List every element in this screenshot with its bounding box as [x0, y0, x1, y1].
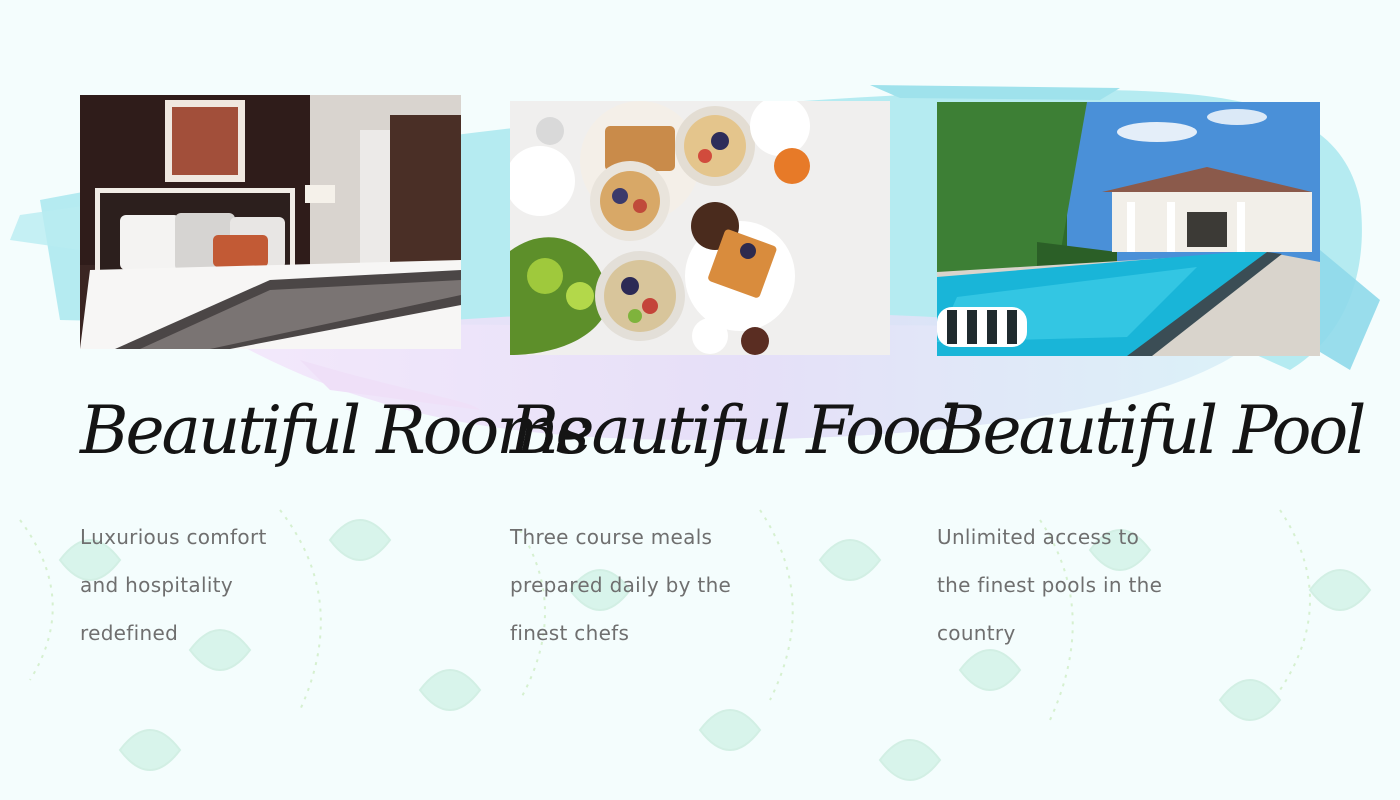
card-title: Beautiful Food: [510, 392, 961, 469]
description-line: the finest pools in the: [937, 573, 1163, 597]
description-line: Luxurious comfort: [80, 525, 267, 549]
description-line: Unlimited access to: [937, 525, 1140, 549]
description-line: country: [937, 621, 1016, 645]
card-description: Unlimited access to the finest pools in …: [937, 513, 1197, 657]
description-line: prepared daily by the: [510, 573, 732, 597]
card-description: Three course meals prepared daily by the…: [510, 513, 770, 657]
hotel-bedroom-image: [80, 95, 461, 349]
resort-pool-image: [937, 102, 1320, 356]
description-line: finest chefs: [510, 621, 630, 645]
description-line: and hospitality: [80, 573, 233, 597]
description-line: Three course meals: [510, 525, 713, 549]
card-title: Beautiful Pool: [937, 392, 1366, 469]
card-description: Luxurious comfort and hospitality redefi…: [80, 513, 340, 657]
breakfast-spread-image: [510, 101, 890, 355]
description-line: redefined: [80, 621, 179, 645]
